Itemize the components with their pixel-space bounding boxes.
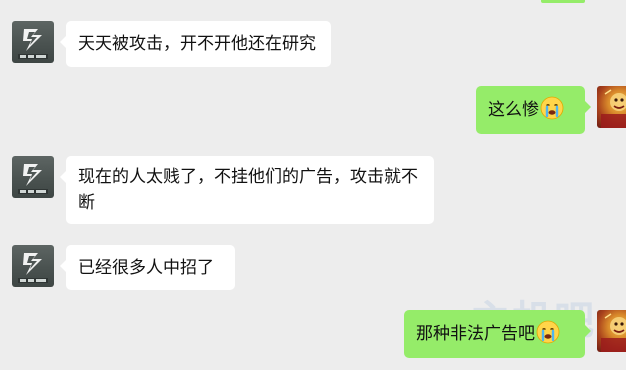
message-bubble[interactable]: 已经很多人中招了 xyxy=(60,245,235,290)
message-text: 现在的人太贱了，不挂他们的广告，攻击就不断 xyxy=(78,167,418,213)
message-row-incoming: 现在的人太贱了，不挂他们的广告，攻击就不断 xyxy=(12,156,434,224)
message-text: 已经很多人中招了 xyxy=(78,258,214,278)
contact-avatar[interactable] xyxy=(12,156,54,198)
message-text: 天天被攻击，开不开他还在研究 xyxy=(78,34,316,54)
message-text: 那种非法广告吧 xyxy=(416,324,535,344)
message-row-outgoing: 那种非法广告吧 xyxy=(404,310,626,358)
message-row-outgoing: 这么惨 xyxy=(476,86,626,134)
message-bubble[interactable]: 现在的人太贱了，不挂他们的广告，攻击就不断 xyxy=(60,156,434,224)
user-avatar[interactable] xyxy=(597,86,626,128)
message-bubble[interactable]: 天天被攻击，开不开他还在研究 xyxy=(60,21,331,67)
user-avatar[interactable] xyxy=(597,310,626,352)
message-row-incoming: 天天被攻击，开不开他还在研究 xyxy=(12,21,331,67)
message-bubble[interactable]: 这么惨 xyxy=(476,86,591,134)
contact-avatar[interactable] xyxy=(12,21,54,63)
previous-message-bubble-edge xyxy=(541,0,585,3)
message-bubble[interactable]: 那种非法广告吧 xyxy=(404,310,591,358)
crying-face-icon xyxy=(540,96,564,120)
chat-area: 天天被攻击，开不开他还在研究 这么惨 现在的人太贱了，不挂他们的广告，攻击就不断… xyxy=(0,0,626,370)
message-row-incoming: 已经很多人中招了 xyxy=(12,245,235,290)
message-text: 这么惨 xyxy=(488,100,539,120)
crying-face-icon xyxy=(536,320,560,344)
contact-avatar[interactable] xyxy=(12,245,54,287)
